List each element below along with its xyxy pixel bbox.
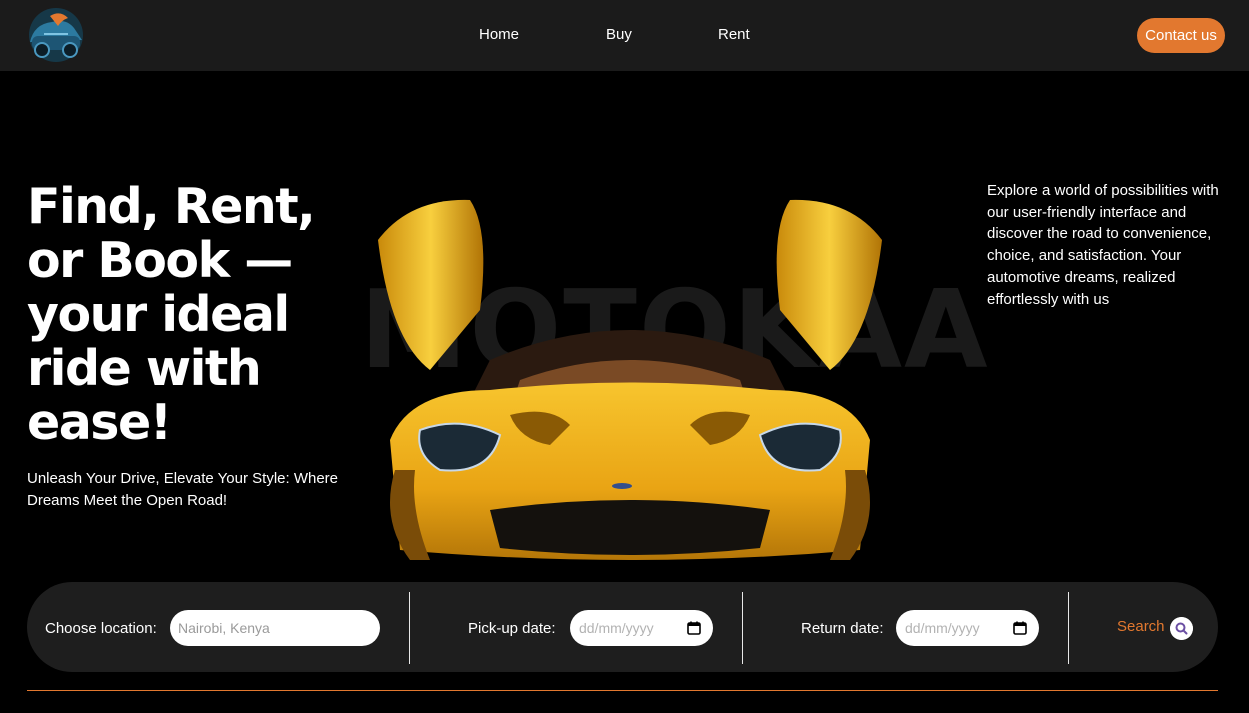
calendar-icon[interactable] [1013,621,1027,635]
hero-description: Explore a world of possibilities with ou… [987,182,1219,308]
return-date-placeholder: dd/mm/yyyy [905,620,980,636]
field-divider [742,592,743,664]
car-logo-icon[interactable] [22,6,90,64]
nav-rent[interactable]: Rent [718,26,750,43]
hero-car-image [378,199,882,560]
field-divider [1068,592,1069,664]
nav-home[interactable]: Home [479,26,519,43]
search-button[interactable]: Search [1117,618,1165,635]
hero-subtitle: Unleash Your Drive, Elevate Your Style: … [27,470,339,509]
calendar-icon[interactable] [687,621,701,635]
accent-divider-line [27,690,1218,691]
pickup-date-placeholder: dd/mm/yyyy [579,620,654,636]
nav-buy[interactable]: Buy [606,26,632,43]
location-label: Choose location: [45,620,157,637]
hero-title: Find, Rent, or Book — your ideal ride wi… [27,178,316,451]
return-date-input[interactable]: dd/mm/yyyy [896,610,1039,646]
pickup-date-input[interactable]: dd/mm/yyyy [570,610,713,646]
booking-search-bar: Choose location: Pick-up date: dd/mm/yyy… [27,582,1218,672]
return-date-label: Return date: [801,620,884,637]
top-navbar: Home Buy Rent Contact us [0,0,1249,71]
search-icon[interactable] [1170,617,1193,640]
field-divider [409,592,410,664]
pickup-date-label: Pick-up date: [468,620,556,637]
contact-us-button[interactable]: Contact us [1137,18,1225,53]
location-input[interactable] [170,610,380,646]
